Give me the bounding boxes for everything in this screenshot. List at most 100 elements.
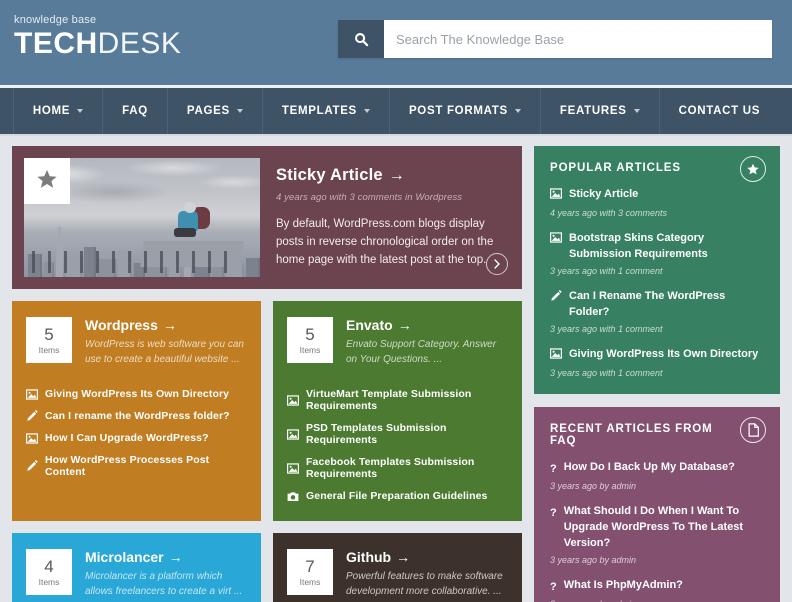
category-title-link[interactable]: Microlancer → (85, 549, 247, 565)
faq-link[interactable]: ? What Is PhpMyAdmin? (550, 577, 764, 595)
list-item[interactable]: How WordPress Processes Post Content (26, 449, 247, 483)
sticky-article-card[interactable]: Sticky Article → 4 years ago with 3 comm… (12, 146, 522, 289)
search-button[interactable] (338, 20, 384, 58)
arrow-right-icon: → (168, 549, 183, 565)
site-brand[interactable]: knowledge base TECHDESK (14, 14, 181, 61)
list-item[interactable]: PSD Templates Submission Requirements (287, 417, 508, 451)
list-item[interactable]: How I Can Upgrade WordPress? (26, 427, 247, 449)
article-title: Bootstrap Skins Category Submission Requ… (569, 232, 708, 260)
list-item[interactable]: ? What Should I Do When I Want To Upgrad… (550, 503, 764, 565)
list-item-label: Can I rename the WordPress folder? (45, 410, 230, 422)
list-item[interactable]: Facebook Templates Submission Requiremen… (287, 451, 508, 485)
star-icon (36, 168, 58, 195)
image-icon (549, 186, 563, 204)
faq-link[interactable]: ? How Do I Back Up My Database? (550, 459, 764, 477)
image-icon (549, 230, 563, 262)
category-card-microlancer[interactable]: 4 Items Microlancer → Microlancer is a p… (12, 533, 261, 602)
nav-label: PAGES (186, 105, 230, 117)
pencil-icon (26, 410, 38, 422)
article-title: Sticky Article (569, 188, 639, 200)
image-icon (287, 428, 299, 440)
nav-item-pages[interactable]: PAGES (168, 88, 263, 134)
article-title: Can I Rename The WordPress Folder? (569, 290, 726, 318)
question-icon: ? (550, 463, 557, 475)
image-icon (549, 346, 563, 364)
article-meta: 4 years ago with 3 comments (550, 208, 668, 218)
category-article-list: Giving WordPress Its Own Directory Can I… (26, 383, 247, 483)
search-icon (354, 32, 369, 47)
category-title-link[interactable]: Wordpress → (85, 317, 247, 333)
category-grid: 5 Items Wordpress → WordPress is web sof… (12, 301, 522, 602)
faq-link[interactable]: ? What Should I Do When I Want To Upgrad… (550, 503, 764, 551)
nav-item-post-formats[interactable]: POST FORMATS (390, 88, 541, 134)
sticky-article-title: Sticky Article (276, 166, 383, 184)
nav-item-templates[interactable]: TEMPLATES (263, 88, 390, 134)
question-icon: ? (550, 507, 557, 519)
nav-label: TEMPLATES (281, 105, 357, 117)
category-header: 7 Items Github → Powerful features to ma… (287, 549, 508, 599)
list-item[interactable]: Sticky Article 4 years ago with 3 commen… (549, 186, 764, 218)
category-card-envato[interactable]: 5 Items Envato → Envato Support Category… (273, 301, 522, 521)
category-description: WordPress is web software you can use to… (85, 339, 244, 365)
brand-logo-primary: TECH (14, 27, 98, 60)
article-link[interactable]: Bootstrap Skins Category Submission Requ… (549, 230, 764, 262)
sticky-article-body: Sticky Article → 4 years ago with 3 comm… (260, 146, 522, 289)
list-item[interactable]: VirtueMart Template Submission Requireme… (287, 383, 508, 417)
category-meta: Microlancer → Microlancer is a platform … (85, 549, 247, 599)
chevron-down-icon (363, 109, 370, 113)
article-link[interactable]: Giving WordPress Its Own Directory (549, 346, 764, 364)
category-description: Envato Support Category. Answer on Your … (346, 339, 497, 365)
next-slide-button[interactable] (486, 253, 508, 275)
category-title: Envato (346, 317, 393, 333)
sticky-badge (24, 158, 70, 204)
category-title-link[interactable]: Github → (346, 549, 508, 565)
nav-item-faq[interactable]: FAQ (103, 88, 168, 134)
category-title-link[interactable]: Envato → (346, 317, 508, 333)
list-item[interactable]: Giving WordPress Its Own Directory (26, 383, 247, 405)
category-article-list: VirtueMart Template Submission Requireme… (287, 383, 508, 507)
list-item[interactable]: Can I Rename The WordPress Folder? 3 yea… (550, 288, 764, 334)
page-root: knowledge base TECHDESK HOME FAQ PAGES (0, 0, 792, 602)
faq-title: What Should I Do When I Want To Upgrade … (563, 505, 744, 549)
sidebar: POPULAR ARTICLES Sticky Article 4 years … (534, 146, 780, 602)
article-link[interactable]: Sticky Article (549, 186, 764, 204)
list-item[interactable]: ? What Is PhpMyAdmin? 3 years ago by adm… (550, 577, 764, 602)
document-circle-icon (740, 417, 766, 443)
category-header: 4 Items Microlancer → Microlancer is a p… (26, 549, 247, 599)
category-meta: Github → Powerful features to make softw… (346, 549, 508, 599)
list-item-label: Facebook Templates Submission Requiremen… (306, 456, 475, 480)
nav-item-features[interactable]: FEATURES (541, 88, 660, 134)
count-number: 7 (305, 556, 315, 576)
article-title: Giving WordPress Its Own Directory (569, 348, 759, 360)
brand-logo: TECHDESK (14, 27, 181, 61)
list-item[interactable]: Giving WordPress Its Own Directory 3 yea… (549, 346, 764, 378)
list-item[interactable]: Can I rename the WordPress folder? (26, 405, 247, 427)
railing (32, 251, 232, 273)
search-input[interactable] (384, 20, 772, 58)
category-item-count: 5 Items (287, 317, 333, 363)
category-header: 5 Items Wordpress → WordPress is web sof… (26, 317, 247, 367)
recent-faq-list: ? How Do I Back Up My Database? 3 years … (550, 459, 764, 602)
article-link[interactable]: Can I Rename The WordPress Folder? (550, 288, 764, 320)
article-meta: 3 years ago with 1 comment (550, 324, 663, 334)
image-icon (26, 432, 38, 444)
faq-meta: 3 years ago by admin (550, 481, 637, 491)
category-title: Microlancer (85, 549, 164, 565)
list-item[interactable]: ? How Do I Back Up My Database? 3 years … (550, 459, 764, 491)
image-icon (26, 388, 38, 400)
nav-item-contact-us[interactable]: CONTACT US (660, 88, 780, 134)
list-item[interactable]: Bootstrap Skins Category Submission Requ… (549, 230, 764, 276)
count-number: 5 (305, 324, 315, 344)
list-item-label: How I Can Upgrade WordPress? (45, 432, 209, 444)
faq-title: What Is PhpMyAdmin? (563, 579, 683, 591)
list-item[interactable]: General File Preparation Guidelines (287, 485, 508, 507)
count-number: 4 (44, 556, 54, 576)
sticky-article-meta: 4 years ago with 3 comments in Wordpress (276, 192, 463, 203)
category-card-wordpress[interactable]: 5 Items Wordpress → WordPress is web sof… (12, 301, 261, 521)
sticky-article-title-link[interactable]: Sticky Article → (276, 166, 504, 185)
category-title: Github (346, 549, 392, 565)
faq-meta: 3 years ago by admin (550, 555, 637, 565)
category-card-github[interactable]: 7 Items Github → Powerful features to ma… (273, 533, 522, 602)
nav-item-home[interactable]: HOME (12, 88, 104, 134)
chevron-down-icon (77, 109, 84, 113)
